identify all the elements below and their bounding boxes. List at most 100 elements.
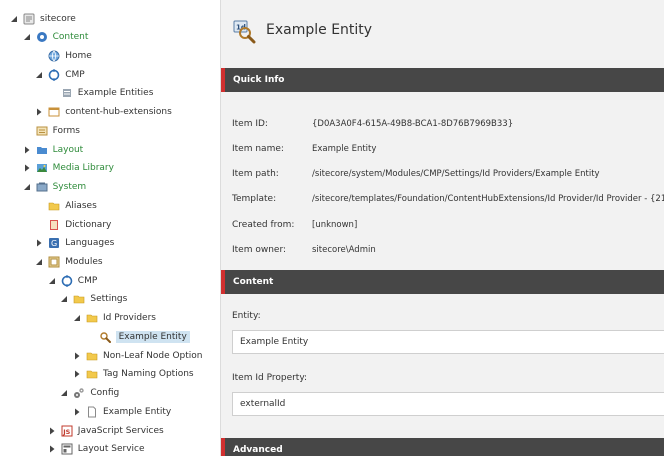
info-value: sitecore\Admin bbox=[312, 245, 376, 255]
window-icon bbox=[48, 106, 60, 118]
editor-header: 1d Example Entity bbox=[221, 0, 664, 66]
template-link[interactable]: /sitecore/templates/Foundation/ContentHu… bbox=[312, 194, 664, 204]
section-content[interactable]: Content bbox=[221, 270, 664, 294]
collapse-arrow-icon[interactable] bbox=[73, 370, 81, 378]
tree-node[interactable]: Modules bbox=[35, 254, 103, 270]
tree-node-label[interactable]: CMP bbox=[78, 276, 97, 286]
cmp-icon bbox=[48, 68, 60, 81]
collapse-arrow-icon[interactable] bbox=[73, 408, 81, 416]
tree-node[interactable]: Tag Naming Options bbox=[73, 366, 194, 382]
expand-arrow-icon[interactable] bbox=[23, 183, 31, 191]
info-value: Example Entity bbox=[312, 144, 377, 154]
section-quick-info[interactable]: Quick Info bbox=[221, 68, 664, 92]
collapse-arrow-icon[interactable] bbox=[48, 445, 56, 453]
tree-node-label[interactable]: Layout bbox=[53, 145, 84, 155]
entity-search-icon: 1d bbox=[233, 20, 257, 44]
tree-node-label[interactable]: Dictionary bbox=[65, 220, 111, 230]
expand-arrow-icon[interactable] bbox=[10, 15, 18, 23]
section-advanced[interactable]: Advanced bbox=[221, 438, 664, 456]
layout-service-icon bbox=[61, 443, 73, 455]
tree-node[interactable]: CMP bbox=[35, 67, 85, 83]
item-id-property-field[interactable]: externalId bbox=[232, 392, 664, 416]
expand-arrow-icon[interactable] bbox=[35, 258, 43, 266]
tree-node-label[interactable]: Content bbox=[53, 32, 89, 42]
tree-node-label[interactable]: Layout Service bbox=[78, 444, 145, 454]
tree-node-label[interactable]: JavaScript Services bbox=[78, 426, 164, 436]
home-globe-icon bbox=[48, 50, 60, 62]
info-row-item-name: Item name: Example Entity bbox=[232, 142, 376, 156]
tree-node[interactable]: Example Entity bbox=[73, 404, 171, 420]
tree-node-label[interactable]: CMP bbox=[65, 70, 84, 80]
tree-node[interactable]: Media Library bbox=[23, 160, 114, 176]
tree-node[interactable]: sitecore bbox=[10, 11, 76, 27]
tree-node-label[interactable]: content-hub-extensions bbox=[65, 107, 172, 117]
tree-node[interactable]: G Languages bbox=[35, 235, 114, 251]
expand-arrow-icon[interactable] bbox=[23, 33, 31, 41]
expand-arrow-icon[interactable] bbox=[60, 389, 68, 397]
collapse-arrow-icon[interactable] bbox=[35, 239, 43, 247]
tree-node[interactable]: Example Entities bbox=[48, 85, 154, 101]
tree-node-label[interactable]: Example Entities bbox=[78, 88, 154, 98]
info-label: Created from: bbox=[232, 220, 295, 230]
folder-icon bbox=[73, 293, 85, 305]
tree-node-label[interactable]: Config bbox=[90, 388, 119, 398]
tree-node-label[interactable]: Forms bbox=[53, 126, 80, 136]
search-magnifier-icon bbox=[99, 331, 111, 343]
tree-node-label[interactable]: Tag Naming Options bbox=[103, 369, 194, 379]
collapse-arrow-icon[interactable] bbox=[23, 164, 31, 172]
info-label: Template: bbox=[232, 194, 277, 204]
system-icon bbox=[36, 181, 48, 193]
info-row-template: Template: /sitecore/templates/Foundation… bbox=[232, 192, 664, 206]
forms-icon bbox=[36, 125, 48, 137]
folder-icon bbox=[86, 368, 98, 380]
info-label: Item ID: bbox=[232, 119, 268, 129]
collapse-arrow-icon[interactable] bbox=[48, 427, 56, 435]
tree-node[interactable]: Forms bbox=[23, 123, 80, 139]
tree-node[interactable]: Settings bbox=[60, 291, 127, 307]
tree-node[interactable]: Id Providers bbox=[73, 310, 156, 326]
info-label: Item path: bbox=[232, 169, 279, 179]
tree-node[interactable]: System bbox=[23, 179, 87, 195]
collapse-arrow-icon[interactable] bbox=[23, 146, 31, 154]
media-library-icon bbox=[36, 162, 48, 174]
tree-node-label[interactable]: Media Library bbox=[53, 163, 114, 173]
tree-node[interactable]: content-hub-extensions bbox=[35, 104, 172, 120]
tree-node[interactable]: Non-Leaf Node Option bbox=[73, 348, 203, 364]
tree-node-label[interactable]: Modules bbox=[65, 257, 102, 267]
info-row-created-from: Created from: [unknown] bbox=[232, 218, 357, 232]
tree-node[interactable]: Config bbox=[60, 385, 119, 401]
tree-node-label[interactable]: Home bbox=[65, 51, 92, 61]
expand-arrow-icon[interactable] bbox=[35, 71, 43, 79]
tree-node-label[interactable]: Languages bbox=[65, 238, 114, 248]
tree-node-label[interactable]: Example Entity bbox=[115, 330, 190, 343]
tree-node[interactable]: Home bbox=[35, 48, 92, 64]
tree-node[interactable]: CMP bbox=[48, 273, 97, 289]
folder-blue-icon bbox=[36, 144, 48, 156]
expand-arrow-icon[interactable] bbox=[60, 295, 68, 303]
tree-node-label[interactable]: sitecore bbox=[40, 14, 76, 24]
tree-node[interactable]: Layout Service bbox=[48, 441, 145, 456]
folder-icon bbox=[48, 200, 60, 212]
tree-node-label[interactable]: Settings bbox=[90, 294, 127, 304]
item-id-property-label: Item Id Property: bbox=[232, 373, 308, 383]
expand-arrow-icon[interactable] bbox=[73, 314, 81, 322]
tree-node-label[interactable]: Example Entity bbox=[103, 407, 171, 417]
tree-node-label[interactable]: Aliases bbox=[65, 201, 97, 211]
collapse-arrow-icon[interactable] bbox=[35, 108, 43, 116]
tree-node[interactable]: JS JavaScript Services bbox=[48, 423, 164, 439]
expand-arrow-icon[interactable] bbox=[48, 277, 56, 285]
tree-node[interactable]: Content bbox=[23, 29, 89, 45]
tree-node[interactable]: Example Entity bbox=[86, 329, 190, 345]
tree-node-label[interactable]: Id Providers bbox=[103, 313, 156, 323]
collapse-arrow-icon[interactable] bbox=[73, 352, 81, 360]
javascript-icon: JS bbox=[61, 425, 73, 437]
tree-node[interactable]: Aliases bbox=[35, 198, 97, 214]
tree-node-label[interactable]: System bbox=[53, 182, 87, 192]
entity-field[interactable]: Example Entity bbox=[232, 330, 664, 354]
tree-node-label[interactable]: Non-Leaf Node Option bbox=[103, 351, 203, 361]
tree-node[interactable]: Layout bbox=[23, 142, 84, 158]
tree-node[interactable]: Dictionary bbox=[35, 217, 111, 233]
info-label: Item name: bbox=[232, 144, 284, 154]
item-editor: 1d Example Entity Quick Info Item ID: {D… bbox=[221, 0, 664, 456]
